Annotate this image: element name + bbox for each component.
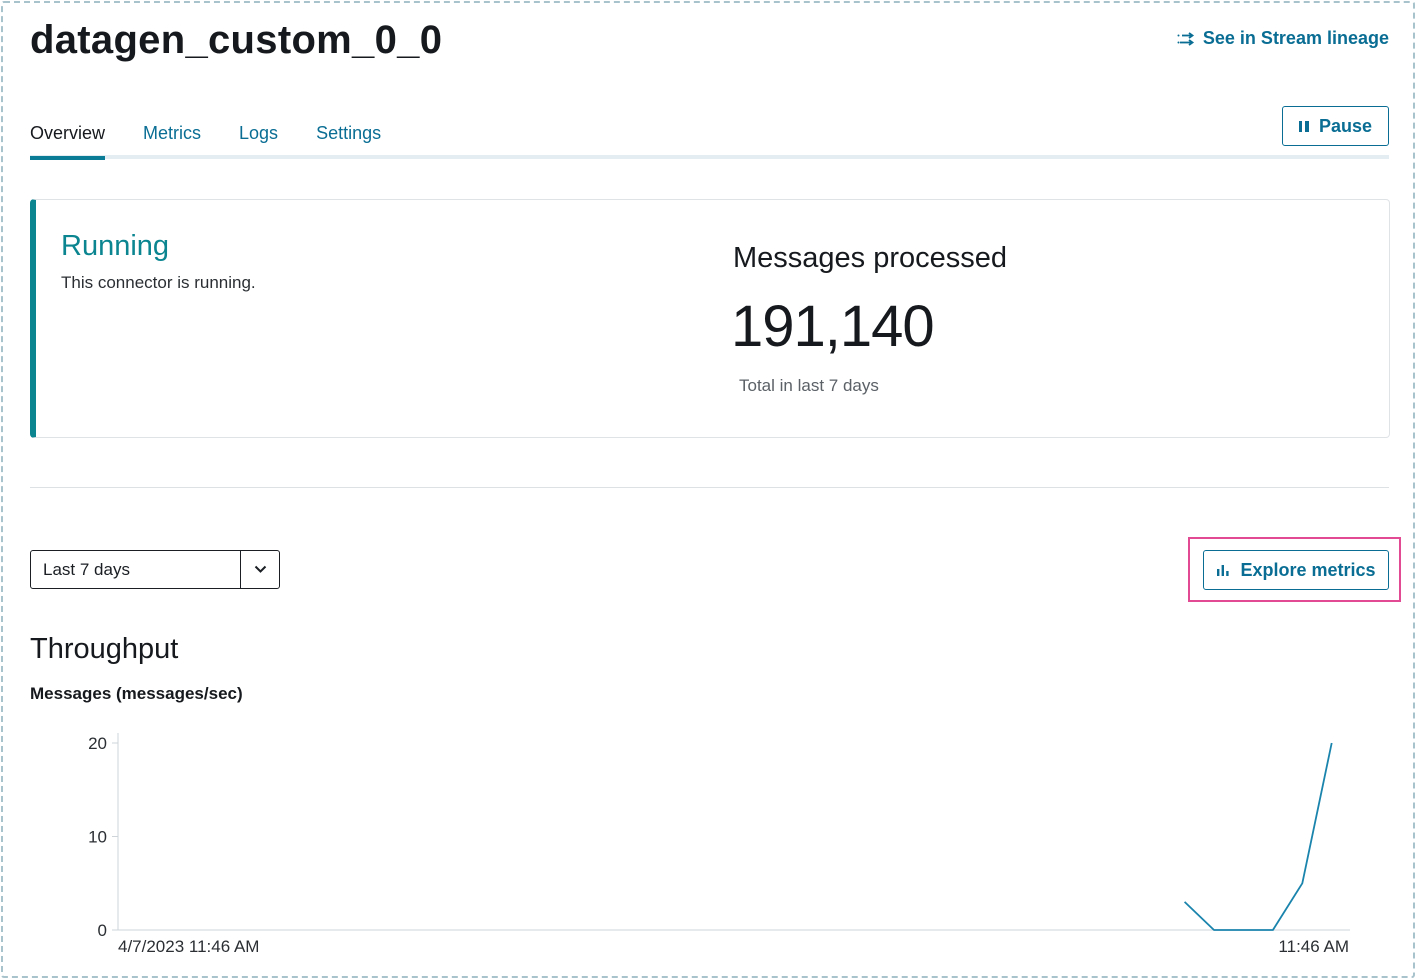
explore-metrics-button[interactable]: Explore metrics <box>1203 550 1389 590</box>
time-range-select[interactable]: Last 7 days <box>30 550 280 589</box>
stream-lineage-label: See in Stream lineage <box>1202 28 1389 48</box>
pause-icon <box>1298 120 1309 132</box>
throughput-ylabel: Messages (messages/sec) <box>30 684 243 703</box>
time-range-dropdown-toggle[interactable] <box>240 551 279 588</box>
tab-bar: Overview Metrics Logs Settings <box>30 118 419 160</box>
section-divider <box>30 487 1389 488</box>
x-tick-label: 11:46 AM <box>1278 937 1349 956</box>
throughput-chart: 0 10 20 4/7/2023 11:46 AM 11:46 AM <box>88 733 1350 956</box>
status-description: This connector is running. <box>61 273 256 292</box>
throughput-title: Throughput <box>30 633 179 665</box>
stream-lineage-link[interactable]: See in Stream lineage <box>1177 28 1389 49</box>
tab-settings[interactable]: Settings <box>316 118 381 160</box>
tab-metrics[interactable]: Metrics <box>143 118 201 160</box>
x-tick-label: 4/7/2023 11:46 AM <box>118 937 259 956</box>
messages-processed-title: Messages processed <box>733 242 1008 274</box>
tab-logs[interactable]: Logs <box>239 118 278 160</box>
y-tick-label: 10 <box>88 828 107 847</box>
messages-processed-value: 191,140 <box>731 294 935 359</box>
chevron-down-icon <box>254 565 266 573</box>
status-card: Running This connector is running. Messa… <box>30 199 1390 438</box>
y-tick-label: 0 <box>98 921 107 940</box>
tab-overview[interactable]: Overview <box>30 118 106 160</box>
y-tick-label: 20 <box>88 734 107 753</box>
explore-metrics-label: Explore metrics <box>1240 559 1376 580</box>
status-title: Running <box>61 230 170 262</box>
page-title: datagen_custom_0_0 <box>30 18 443 62</box>
lineage-arrows-icon <box>1177 31 1194 46</box>
pause-label: Pause <box>1318 115 1373 136</box>
pause-button[interactable]: Pause <box>1282 106 1389 146</box>
throughput-series-line <box>1183 742 1333 931</box>
time-range-value: Last 7 days <box>43 560 130 579</box>
bar-chart-icon <box>1217 564 1230 576</box>
messages-processed-subtitle: Total in last 7 days <box>739 376 879 395</box>
